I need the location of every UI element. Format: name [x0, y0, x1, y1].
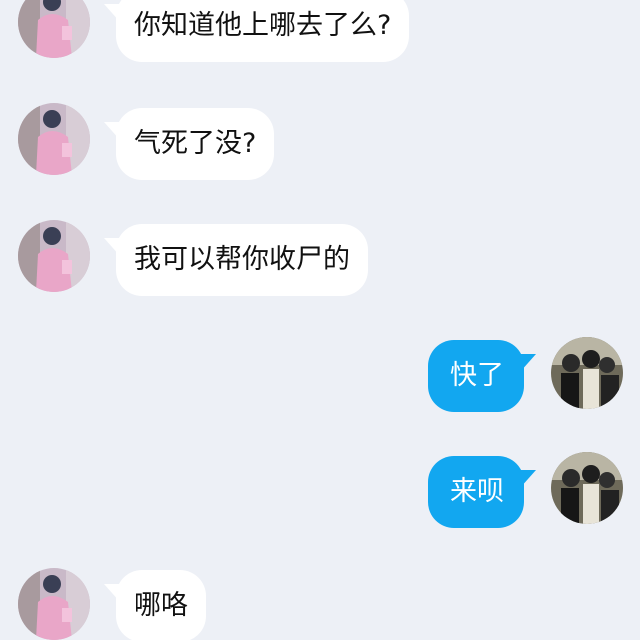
message-text: 哪咯 [134, 590, 188, 621]
contact-avatar[interactable] [18, 220, 90, 292]
message-bubble-outgoing[interactable]: 来呗 [428, 456, 536, 528]
my-avatar[interactable] [551, 337, 623, 409]
message-bubble-outgoing[interactable]: 快了 [428, 340, 536, 412]
bubble-tail [104, 584, 120, 602]
message-text: 来呗 [450, 476, 504, 507]
my-avatar[interactable] [551, 452, 623, 524]
message-text: 气死了没? [134, 128, 257, 159]
contact-avatar[interactable] [18, 0, 90, 58]
message-text: 你知道他上哪去了么? [134, 10, 392, 41]
bubble-tail [104, 4, 120, 22]
bubble-tail [104, 122, 120, 140]
message-bubble-incoming[interactable]: 我可以帮你收尸的 [104, 224, 368, 296]
contact-avatar[interactable] [18, 103, 90, 175]
contact-avatar[interactable] [18, 568, 90, 640]
message-text: 快了 [450, 360, 504, 391]
bubble-tail [520, 470, 536, 488]
message-bubble-incoming[interactable]: 气死了没? [104, 108, 275, 180]
message-bubble-incoming[interactable]: 哪咯 [104, 570, 206, 640]
message-bubble-incoming[interactable]: 你知道他上哪去了么? [104, 0, 410, 62]
bubble-tail [520, 354, 536, 372]
chat-thread: 你知道他上哪去了么? 气死了没? 我可以帮你收尸的 快了 来呗 哪咯 [0, 0, 640, 640]
bubble-tail [104, 238, 120, 256]
message-text: 我可以帮你收尸的 [134, 244, 350, 275]
